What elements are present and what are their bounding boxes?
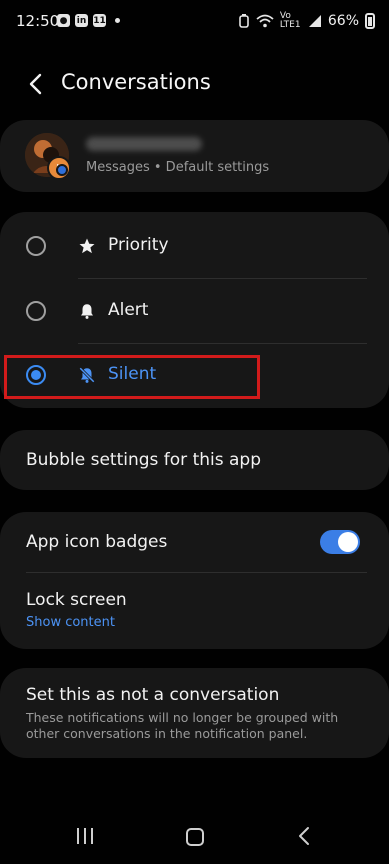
radio-alert[interactable] — [26, 301, 46, 321]
volte-label: Vo LTE1 — [279, 11, 301, 30]
recents-button[interactable] — [77, 828, 93, 844]
messages-app-badge — [56, 164, 68, 176]
option-label: Alert — [108, 300, 149, 320]
toggle-knob — [338, 532, 358, 552]
battery-icon — [365, 13, 375, 29]
option-priority[interactable]: Priority — [0, 214, 389, 276]
linkedin-icon: in — [75, 14, 88, 27]
alarm-icon — [239, 14, 249, 28]
home-button[interactable] — [186, 828, 204, 846]
notification-icons: ● in 11 — [57, 14, 120, 27]
annotation-highlight-box — [4, 355, 260, 399]
lock-screen-value: Show content — [26, 615, 115, 630]
divider — [26, 572, 367, 573]
not-conversation-row[interactable]: Set this as not a conversation These not… — [0, 668, 389, 758]
bubble-settings-label: Bubble settings for this app — [26, 450, 262, 470]
divider — [78, 343, 367, 344]
bell-icon — [81, 304, 93, 319]
wifi-icon — [256, 14, 274, 28]
battery-percent: 66% — [327, 13, 359, 29]
option-label: Priority — [108, 235, 169, 255]
page-title: Conversations — [61, 70, 211, 94]
status-right: Vo LTE1 66% — [238, 12, 375, 30]
status-time: 12:50 — [16, 12, 60, 30]
nav-back-icon — [299, 827, 309, 845]
lock-screen-row[interactable]: Lock screen Show content — [0, 574, 389, 648]
lock-screen-label: Lock screen — [26, 590, 127, 610]
back-button[interactable] — [24, 72, 46, 96]
bubble-settings-row[interactable]: Bubble settings for this app — [0, 430, 389, 490]
app-icon-badges-label: App icon badges — [26, 532, 168, 552]
more-notifications-dot — [115, 18, 120, 23]
conversation-subtitle: Messages • Default settings — [86, 160, 270, 175]
star-icon — [79, 238, 95, 254]
status-bar: 12:50 ● in 11 Vo LTE1 66% — [0, 0, 389, 44]
divider — [78, 278, 367, 279]
nav-back-button[interactable] — [298, 826, 310, 850]
not-conversation-description: These notifications will no longer be gr… — [26, 710, 339, 741]
contact-name-redacted — [86, 137, 202, 151]
whatsapp-icon: ● — [57, 14, 70, 27]
chevron-left-icon — [29, 73, 42, 95]
calendar-icon: 11 — [93, 14, 106, 27]
option-alert[interactable]: Alert — [0, 280, 389, 340]
radio-priority[interactable] — [26, 236, 46, 256]
signal-icon — [308, 15, 321, 27]
not-conversation-label: Set this as not a conversation — [26, 685, 280, 705]
